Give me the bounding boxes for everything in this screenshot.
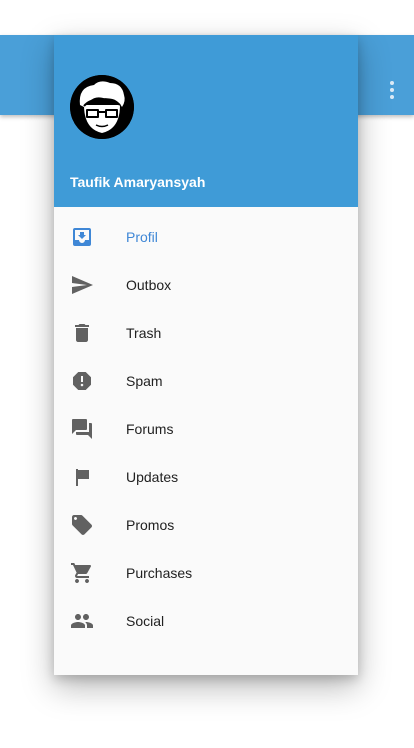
drawer-header: Taufik Amaryansyah <box>54 35 358 207</box>
delete-icon <box>70 321 94 345</box>
overflow-dot <box>390 95 394 99</box>
menu-item-updates[interactable]: Updates <box>54 453 358 501</box>
menu-item-promos[interactable]: Promos <box>54 501 358 549</box>
more-vert-icon[interactable] <box>382 75 402 105</box>
menu-item-label: Forums <box>126 421 174 437</box>
forum-icon <box>70 417 94 441</box>
inbox-icon <box>70 225 94 249</box>
navigation-drawer: Taufik Amaryansyah Profil Outbox Trash S… <box>54 35 358 675</box>
menu-item-label: Outbox <box>126 277 172 293</box>
menu-item-spam[interactable]: Spam <box>54 357 358 405</box>
menu-item-label: Updates <box>126 469 179 485</box>
menu-item-social[interactable]: Social <box>54 597 358 645</box>
menu-item-trash[interactable]: Trash <box>54 309 358 357</box>
people-icon <box>70 609 94 633</box>
user-name: Taufik Amaryansyah <box>70 174 206 190</box>
menu-item-label: Spam <box>126 373 163 389</box>
overflow-dot <box>390 81 394 85</box>
menu-item-label: Social <box>126 613 165 629</box>
overflow-dot <box>390 88 394 92</box>
flag-icon <box>70 465 94 489</box>
tag-icon <box>70 513 94 537</box>
menu-item-purchases[interactable]: Purchases <box>54 549 358 597</box>
menu-item-profil[interactable]: Profil <box>54 213 358 261</box>
menu-item-label: Trash <box>126 325 162 341</box>
menu-item-outbox[interactable]: Outbox <box>54 261 358 309</box>
menu-item-forums[interactable]: Forums <box>54 405 358 453</box>
menu-item-label: Profil <box>126 229 158 245</box>
menu-item-label: Promos <box>126 517 175 533</box>
avatar[interactable] <box>70 75 134 139</box>
drawer-menu: Profil Outbox Trash Spam Forums Updates … <box>54 207 358 645</box>
cart-icon <box>70 561 94 585</box>
avatar-glasses-icon <box>70 75 134 139</box>
menu-item-label: Purchases <box>126 565 193 581</box>
send-icon <box>70 273 94 297</box>
report-icon <box>70 369 94 393</box>
